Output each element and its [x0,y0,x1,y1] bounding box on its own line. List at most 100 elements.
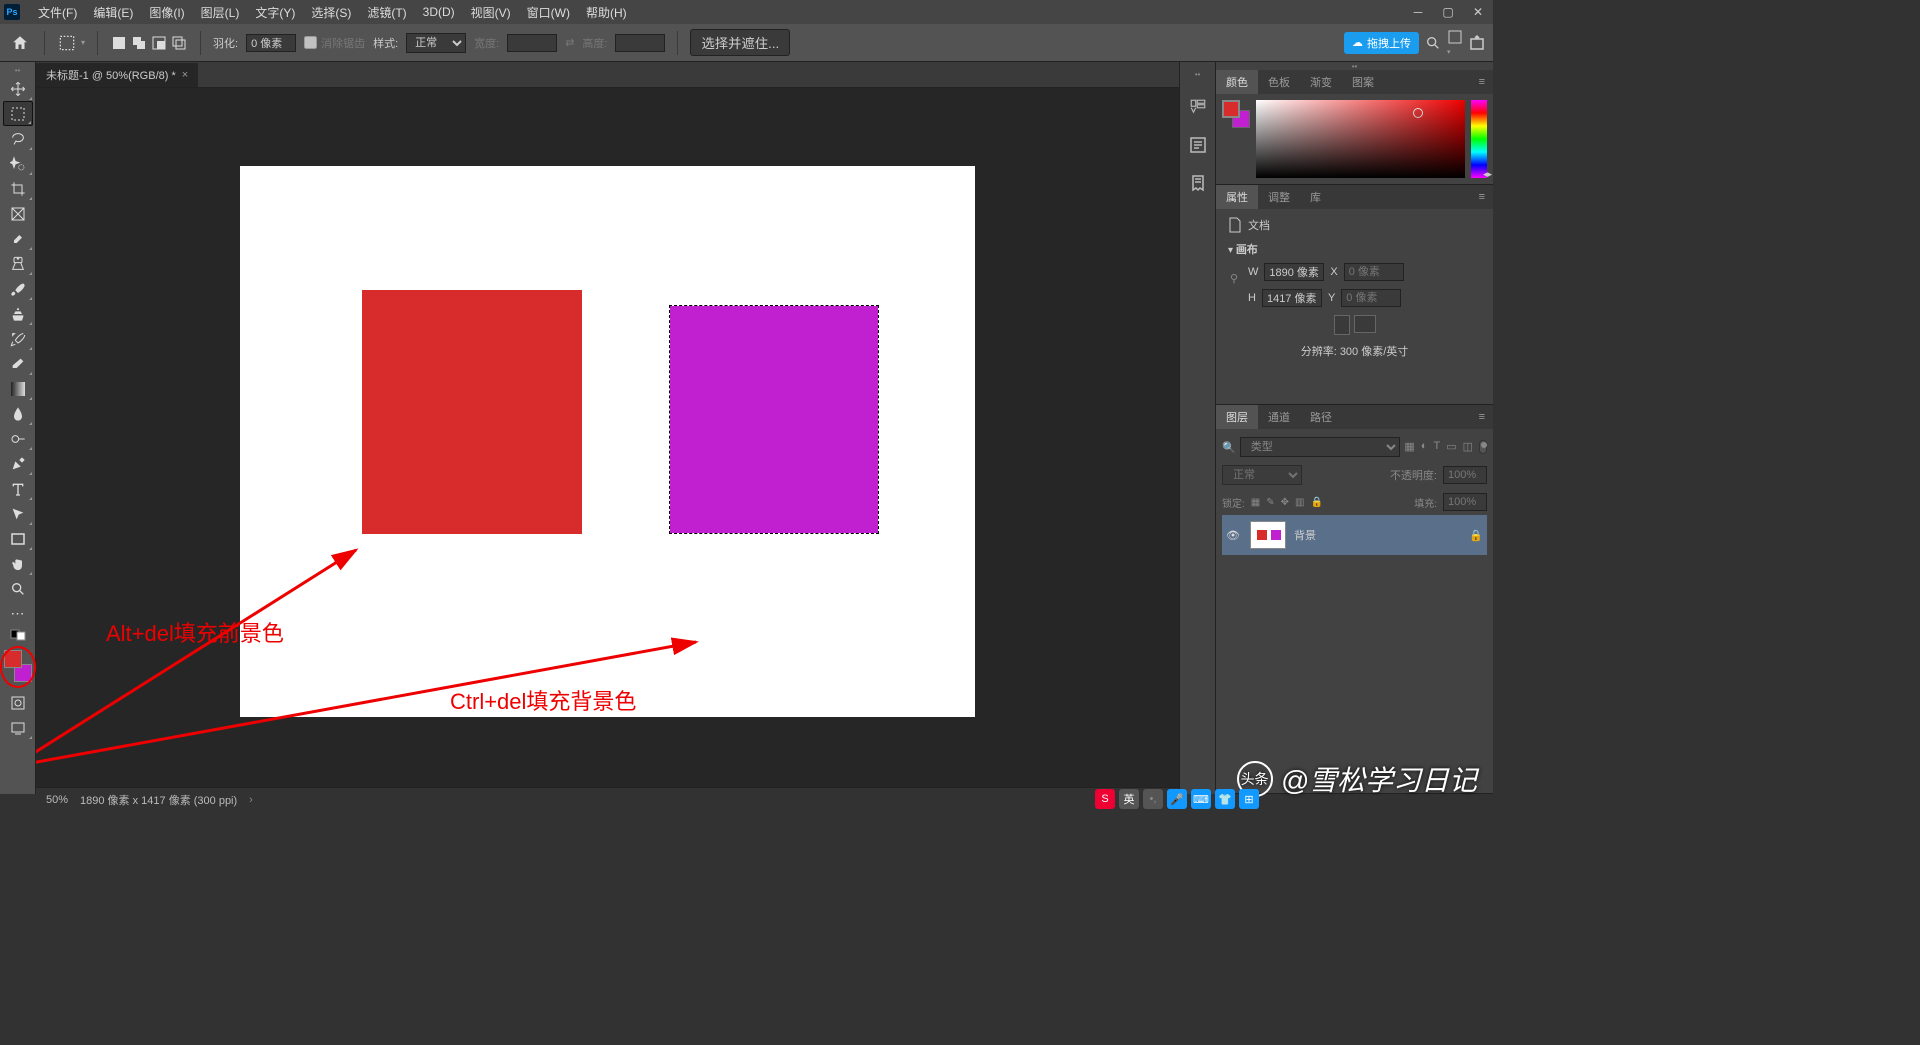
menu-image[interactable]: 图像(I) [141,4,192,21]
eraser-tool[interactable] [3,351,33,376]
maximize-button[interactable]: ▢ [1433,0,1463,24]
tab-paths[interactable]: 路径 [1300,405,1342,429]
notes-panel-icon[interactable] [1187,172,1209,194]
marquee-tool[interactable] [3,101,33,126]
ime-mic-icon[interactable]: 🎤 [1167,789,1187,809]
menu-3d[interactable]: 3D(D) [415,5,463,19]
filter-toggle-icon[interactable] [1479,440,1487,454]
landscape-button[interactable] [1354,315,1376,333]
quick-select-tool[interactable] [3,151,33,176]
tab-adjustments[interactable]: 调整 [1258,185,1300,209]
zoom-level[interactable]: 50% [46,794,68,806]
rectangle-tool[interactable] [3,526,33,551]
zoom-tool[interactable] [3,576,33,601]
portrait-button[interactable] [1334,315,1350,335]
filter-smart-icon[interactable]: ◫ [1463,440,1473,454]
layer-row-background[interactable]: 👁 背景 🔒 [1222,515,1487,555]
canvas[interactable] [240,166,975,717]
foreground-color-swatch[interactable] [4,650,22,668]
menu-view[interactable]: 视图(V) [463,4,519,21]
share-icon[interactable] [1469,35,1485,51]
dodge-tool[interactable] [3,426,33,451]
layer-name[interactable]: 背景 [1294,527,1316,543]
minimize-button[interactable]: ─ [1403,0,1433,24]
lock-pos-icon[interactable]: ✥ [1281,497,1289,508]
doc-dimensions[interactable]: 1890 像素 x 1417 像素 (300 ppi) [80,792,237,808]
menu-edit[interactable]: 编辑(E) [85,4,141,21]
filter-type-icon[interactable]: T [1433,440,1440,454]
path-select-tool[interactable] [3,501,33,526]
menu-select[interactable]: 选择(S) [303,4,359,21]
feather-input[interactable] [246,34,296,52]
selection-intersect-icon[interactable] [170,34,188,52]
ime-skin-icon[interactable]: 👕 [1215,789,1235,809]
close-tab-icon[interactable]: × [182,69,188,81]
filter-shape-icon[interactable]: ▭ [1446,440,1456,454]
ime-tool-icon[interactable]: ⊞ [1239,789,1259,809]
menu-file[interactable]: 文件(F) [30,4,85,21]
selection-new-icon[interactable] [110,34,128,52]
color-picker-field[interactable] [1256,100,1465,178]
marquee-tool-preset[interactable]: ▾ [57,33,85,53]
history-panel-icon[interactable] [1187,96,1209,118]
visibility-icon[interactable]: 👁 [1226,529,1242,542]
pen-tool[interactable] [3,451,33,476]
more-tools[interactable]: ⋯ [3,601,33,626]
tab-color[interactable]: 颜色 [1216,70,1258,94]
move-tool[interactable] [3,76,33,101]
selection-add-icon[interactable] [130,34,148,52]
tab-channels[interactable]: 通道 [1258,405,1300,429]
link-icon[interactable]: ⚲ [1230,272,1238,285]
type-tool[interactable] [3,476,33,501]
panel-menu-icon[interactable]: ≡ [1471,76,1493,88]
blur-tool[interactable] [3,401,33,426]
panel-menu-icon[interactable]: ≡ [1471,411,1493,423]
tab-properties[interactable]: 属性 [1216,185,1258,209]
close-button[interactable]: ✕ [1463,0,1493,24]
ime-lang-icon[interactable]: 英 [1119,789,1139,809]
menu-window[interactable]: 窗口(W) [519,4,578,21]
clone-stamp-tool[interactable] [3,301,33,326]
document-tab[interactable]: 未标题-1 @ 50%(RGB/8) * × [36,63,198,87]
toolbar-drag-handle[interactable]: •• [0,66,35,76]
hand-tool[interactable] [3,551,33,576]
width-input[interactable] [1264,263,1324,281]
tab-gradients[interactable]: 渐变 [1300,70,1342,94]
style-select[interactable]: 正常 [406,33,466,53]
arrange-icon[interactable]: ▾ [1447,29,1463,57]
crop-tool[interactable] [3,176,33,201]
status-chevron-icon[interactable]: › [249,794,253,806]
select-and-mask-button[interactable]: 选择并遮住... [690,29,790,56]
healing-tool[interactable] [3,251,33,276]
brush-tool[interactable] [3,276,33,301]
screenmode-tool[interactable] [3,715,33,740]
panel-fg-chip[interactable] [1222,100,1240,118]
tab-libraries[interactable]: 库 [1300,185,1331,209]
paragraph-panel-icon[interactable] [1187,134,1209,156]
filter-adjust-icon[interactable]: ◐ [1421,440,1428,454]
frame-tool[interactable] [3,201,33,226]
sogou-ime-icon[interactable]: S [1095,789,1115,809]
gradient-tool[interactable] [3,376,33,401]
eyedropper-tool[interactable] [3,226,33,251]
menu-help[interactable]: 帮助(H) [578,4,635,21]
tab-layers[interactable]: 图层 [1216,405,1258,429]
history-brush-tool[interactable] [3,326,33,351]
selection-subtract-icon[interactable] [150,34,168,52]
tab-patterns[interactable]: 图案 [1342,70,1384,94]
menu-layer[interactable]: 图层(L) [193,4,248,21]
quickmask-tool[interactable] [3,690,33,715]
strip-drag-handle[interactable]: •• [1180,70,1215,80]
home-icon[interactable] [8,31,32,55]
cloud-upload-button[interactable]: ☁ 拖拽上传 [1344,32,1419,54]
panel-drag-handle[interactable]: •• [1216,62,1493,70]
lock-trans-icon[interactable]: ▦ [1251,497,1260,508]
tab-swatches[interactable]: 色板 [1258,70,1300,94]
filter-pixel-icon[interactable]: ▦ [1404,440,1414,454]
default-colors-icon[interactable] [3,626,33,644]
menu-type[interactable]: 文字(Y) [247,4,303,21]
layer-thumbnail[interactable] [1250,521,1286,549]
panel-color-chips[interactable] [1222,100,1250,128]
layer-filter-select[interactable]: 类型 [1240,437,1401,457]
hue-slider[interactable]: ◂▸ [1471,100,1487,178]
